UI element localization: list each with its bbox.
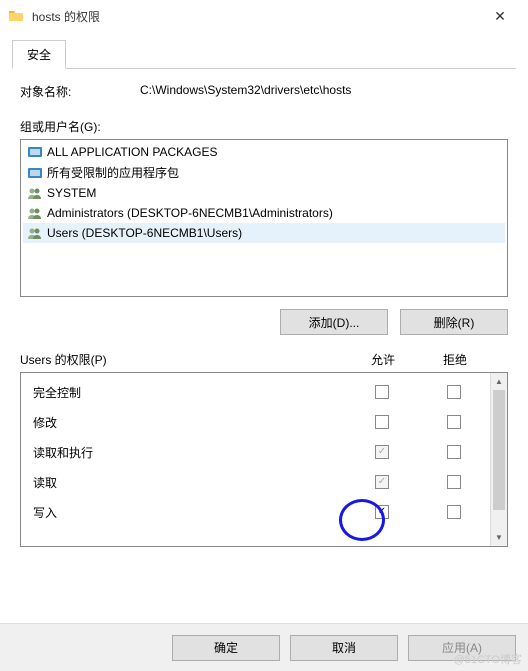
permission-row: 读取 [21,467,490,497]
allow-checkbox[interactable] [375,475,389,489]
deny-checkbox[interactable] [447,385,461,399]
list-item[interactable]: Users (DESKTOP-6NECMB1\Users) [23,223,505,243]
permission-row: 读取和执行 [21,437,490,467]
list-item[interactable]: 所有受限制的应用程序包 [23,162,505,183]
group-icon [27,205,43,221]
allow-checkbox[interactable] [375,385,389,399]
list-item[interactable]: SYSTEM [23,183,505,203]
list-item[interactable]: ALL APPLICATION PACKAGES [23,142,505,162]
allow-checkbox[interactable] [375,445,389,459]
permission-name: 读取 [33,474,346,491]
close-button[interactable]: ✕ [480,8,520,25]
groups-listbox[interactable]: ALL APPLICATION PACKAGES 所有受限制的应用程序包 SYS… [20,139,508,297]
permissions-header: Users 的权限(P) [20,351,347,368]
allow-checkbox[interactable] [375,505,389,519]
deny-checkbox[interactable] [447,415,461,429]
scroll-up-icon[interactable]: ▲ [491,373,507,390]
permission-name: 完全控制 [33,384,346,401]
tab-bar: 安全 [12,40,516,69]
list-item-label: ALL APPLICATION PACKAGES [47,145,218,159]
scrollbar[interactable]: ▲ ▼ [490,373,507,546]
window-title: hosts 的权限 [32,8,480,25]
deny-checkbox[interactable] [447,475,461,489]
scroll-down-icon[interactable]: ▼ [491,529,507,546]
permission-name: 修改 [33,414,346,431]
list-item-label: Administrators (DESKTOP-6NECMB1\Administ… [47,206,333,220]
apply-button[interactable]: 应用(A) [408,635,516,661]
object-name-label: 对象名称: [20,83,140,100]
package-icon [27,165,43,181]
deny-header: 拒绝 [419,351,491,368]
permission-name: 读取和执行 [33,444,346,461]
tab-security[interactable]: 安全 [12,40,66,69]
permissions-box: 完全控制修改读取和执行读取写入 ▲ ▼ [20,372,508,547]
allow-header: 允许 [347,351,419,368]
package-icon [27,144,43,160]
remove-button[interactable]: 删除(R) [400,309,508,335]
dialog-footer: 确定 取消 应用(A) [0,623,528,671]
group-icon [27,225,43,241]
cancel-button[interactable]: 取消 [290,635,398,661]
groups-label: 组或用户名(G): [20,118,508,135]
folder-icon [8,8,24,24]
add-button[interactable]: 添加(D)... [280,309,388,335]
permission-row: 写入 [21,497,490,527]
permission-row: 完全控制 [21,377,490,407]
permission-row: 修改 [21,407,490,437]
scroll-thumb[interactable] [493,390,505,510]
ok-button[interactable]: 确定 [172,635,280,661]
allow-checkbox[interactable] [375,415,389,429]
deny-checkbox[interactable] [447,445,461,459]
object-name-value: C:\Windows\System32\drivers\etc\hosts [140,83,508,100]
group-icon [27,185,43,201]
titlebar: hosts 的权限 ✕ [0,0,528,32]
list-item-label: Users (DESKTOP-6NECMB1\Users) [47,226,242,240]
deny-checkbox[interactable] [447,505,461,519]
list-item-label: SYSTEM [47,186,96,200]
permission-name: 写入 [33,504,346,521]
list-item-label: 所有受限制的应用程序包 [47,164,179,181]
list-item[interactable]: Administrators (DESKTOP-6NECMB1\Administ… [23,203,505,223]
